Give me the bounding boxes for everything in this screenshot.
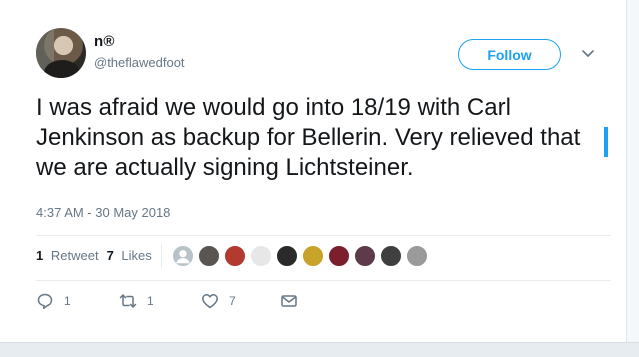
liker-avatar[interactable] — [302, 245, 324, 267]
retweet-stat-label: Retweet — [50, 248, 99, 263]
liker-avatar[interactable] — [380, 245, 402, 267]
stats-separator — [161, 244, 162, 268]
retweet-stat-count: 1 — [36, 248, 44, 263]
liker-avatar[interactable] — [198, 245, 220, 267]
like-count: 7 — [229, 294, 236, 308]
divider — [36, 235, 611, 236]
liker-avatar[interactable] — [406, 245, 428, 267]
chevron-down-icon[interactable] — [581, 46, 595, 60]
follow-button[interactable]: Follow — [458, 39, 561, 70]
tweet-stats: 1 Retweet 7 Likes — [36, 248, 160, 263]
divider — [36, 280, 611, 281]
like-stat[interactable]: 7 Likes — [107, 248, 152, 263]
envelope-icon — [281, 295, 297, 307]
like-action[interactable]: 7 — [201, 292, 236, 310]
retweet-stat[interactable]: 1 Retweet — [36, 248, 99, 263]
liker-avatar[interactable] — [224, 245, 246, 267]
liker-avatar[interactable] — [276, 245, 298, 267]
text-cursor — [604, 127, 608, 157]
retweet-action[interactable]: 1 — [119, 292, 154, 310]
tweet-text: I was afraid we would go into 18/19 with… — [36, 94, 581, 181]
avatar-figure — [44, 60, 80, 78]
retweet-icon — [119, 294, 137, 308]
avatar[interactable] — [36, 28, 86, 78]
page-gutter — [627, 0, 639, 357]
reply-action[interactable]: 1 — [36, 292, 71, 310]
like-stat-count: 7 — [106, 248, 114, 263]
liker-avatar[interactable] — [250, 245, 272, 267]
reply-count: 1 — [64, 294, 71, 308]
heart-icon — [202, 294, 218, 309]
user-handle[interactable]: @theflawedfoot — [94, 55, 185, 70]
reply-icon — [37, 293, 53, 309]
retweet-count: 1 — [147, 294, 154, 308]
tweet-card: n® @theflawedfoot Follow I was afraid we… — [0, 0, 626, 342]
display-name[interactable]: n® — [94, 33, 115, 50]
page-footer-band — [0, 342, 639, 357]
liker-avatar[interactable] — [328, 245, 350, 267]
liker-avatars — [172, 245, 432, 269]
liker-avatar[interactable] — [354, 245, 376, 267]
message-action[interactable] — [280, 292, 298, 310]
like-stat-label: Likes — [121, 248, 152, 263]
timestamp[interactable]: 4:37 AM - 30 May 2018 — [36, 205, 170, 220]
default-avatar-icon[interactable] — [172, 245, 194, 267]
